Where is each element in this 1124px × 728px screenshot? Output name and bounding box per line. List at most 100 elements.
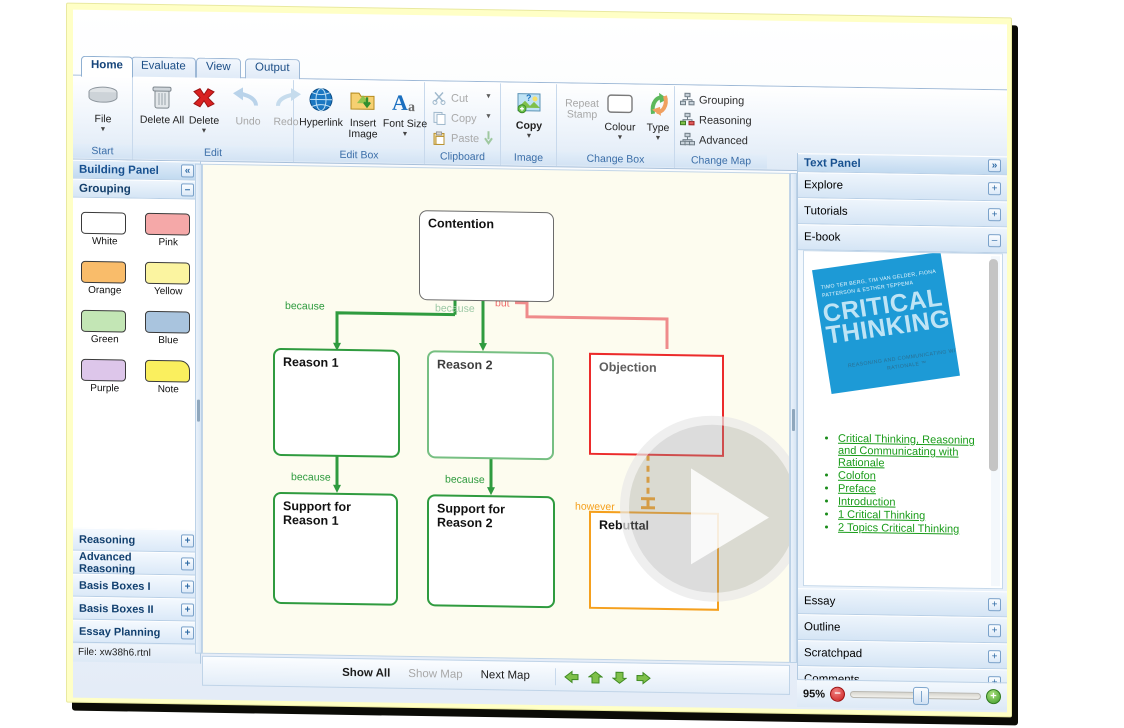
ebook-link-preface[interactable]: Preface bbox=[838, 483, 876, 496]
grouping-section-header[interactable]: Grouping – bbox=[73, 178, 200, 200]
cut-caret-icon[interactable]: ▼ bbox=[485, 93, 492, 100]
sidebar-item-essay-planning[interactable]: Essay Planning + bbox=[73, 619, 200, 645]
zoom-in-button[interactable]: + bbox=[986, 689, 1001, 705]
tab-output[interactable]: Output bbox=[245, 58, 300, 81]
left-splitter-handle[interactable] bbox=[197, 399, 200, 422]
ebook-viewport[interactable]: TIMO TER BERG, TIM VAN GELDER, FIONA PAT… bbox=[803, 250, 1003, 590]
section-outline-label: Outline bbox=[804, 621, 841, 634]
zoom-slider-thumb[interactable] bbox=[913, 686, 929, 706]
copy-caret-icon[interactable]: ▼ bbox=[485, 113, 492, 120]
sidebar-item-advanced-reasoning-toggle[interactable]: + bbox=[181, 557, 194, 571]
ebook-scrollbar[interactable] bbox=[989, 256, 1000, 587]
up-arrow-icon[interactable] bbox=[587, 670, 604, 683]
map-box-contention[interactable]: Contention bbox=[419, 210, 554, 303]
swatch-purple[interactable]: Purple bbox=[81, 358, 128, 395]
swatch-orange[interactable]: Orange bbox=[81, 260, 128, 297]
sidebar-item-reasoning-toggle[interactable]: + bbox=[181, 534, 194, 548]
section-ebook[interactable]: E-book – bbox=[798, 224, 1007, 254]
swatch-pink[interactable]: Pink bbox=[144, 212, 192, 249]
sidebar-item-basis-boxes-ii[interactable]: Basis Boxes II + bbox=[73, 596, 200, 622]
ebook-link-colofon[interactable]: Colofon bbox=[838, 470, 876, 483]
cut-button[interactable]: Cut bbox=[432, 90, 468, 106]
delete-button[interactable]: Delete ▼ bbox=[181, 82, 227, 135]
swatch-white-chip[interactable] bbox=[81, 211, 127, 235]
font-size-button[interactable]: A a Font Size ▼ bbox=[382, 86, 428, 139]
down-arrow-icon[interactable] bbox=[611, 671, 628, 684]
ebook-link-introduction[interactable]: Introduction bbox=[838, 496, 895, 509]
file-button[interactable]: File ▼ bbox=[80, 81, 126, 134]
swatch-note[interactable]: Note bbox=[144, 359, 192, 396]
right-splitter[interactable] bbox=[790, 172, 797, 664]
expand-panel-button[interactable]: » bbox=[988, 159, 1001, 173]
reasoning-button[interactable]: Reasoning bbox=[680, 112, 752, 128]
left-arrow-icon[interactable] bbox=[564, 669, 579, 684]
zoom-out-button[interactable]: − bbox=[830, 686, 846, 702]
swatch-orange-chip[interactable] bbox=[81, 260, 127, 284]
swatch-purple-chip[interactable] bbox=[81, 358, 127, 382]
list-item[interactable]: Introduction bbox=[838, 496, 988, 510]
section-tutorials-toggle[interactable]: + bbox=[988, 207, 1001, 221]
section-explore-toggle[interactable]: + bbox=[988, 181, 1001, 195]
section-ebook-toggle[interactable]: – bbox=[988, 233, 1001, 247]
show-all-button[interactable]: Show All bbox=[333, 664, 399, 683]
section-outline-toggle[interactable]: + bbox=[988, 623, 1001, 637]
swatch-pink-chip[interactable] bbox=[144, 212, 190, 236]
ebook-link-chapter-2[interactable]: 2 Topics Critical Thinking bbox=[838, 522, 959, 536]
map-box-support-2[interactable]: Support for Reason 2 bbox=[427, 494, 555, 609]
paste-down-arrow-icon[interactable] bbox=[483, 130, 494, 150]
map-box-reason-2[interactable]: Reason 2 bbox=[427, 350, 554, 461]
sidebar-item-basis-boxes-ii-toggle[interactable]: + bbox=[181, 603, 194, 617]
sidebar-item-basis-boxes-i-toggle[interactable]: + bbox=[181, 580, 194, 594]
ebook-link-chapter-1[interactable]: 1 Critical Thinking bbox=[838, 509, 925, 522]
swatch-blue-chip[interactable] bbox=[144, 310, 190, 334]
sidebar-item-basis-boxes-i[interactable]: Basis Boxes I + bbox=[73, 573, 200, 599]
ebook-link-title[interactable]: Critical Thinking, Reasoning and Communi… bbox=[838, 433, 975, 470]
map-box-reason-1[interactable]: Reason 1 bbox=[273, 347, 400, 458]
section-explore[interactable]: Explore + bbox=[798, 172, 1007, 202]
section-essay-toggle[interactable]: + bbox=[988, 597, 1001, 611]
advanced-button[interactable]: Advanced bbox=[680, 132, 748, 148]
insert-image-button[interactable]: Insert Image bbox=[340, 85, 386, 141]
section-tutorials[interactable]: Tutorials + bbox=[798, 198, 1007, 228]
list-item[interactable]: 2 Topics Critical Thinking bbox=[838, 522, 988, 536]
left-splitter[interactable] bbox=[195, 163, 202, 654]
sidebar-item-advanced-reasoning[interactable]: Advanced Reasoning + bbox=[73, 550, 200, 576]
hyperlink-button[interactable]: Hyperlink bbox=[298, 84, 344, 129]
swatch-note-chip[interactable] bbox=[144, 359, 190, 383]
swatch-white[interactable]: White bbox=[81, 211, 128, 248]
map-canvas[interactable]: because because but because because howe… bbox=[202, 163, 790, 663]
swatch-green[interactable]: Green bbox=[81, 309, 128, 346]
list-item[interactable]: Colofon bbox=[838, 470, 988, 484]
list-item[interactable]: 1 Critical Thinking bbox=[838, 509, 988, 523]
sidebar-item-reasoning[interactable]: Reasoning + bbox=[73, 527, 200, 553]
section-outline[interactable]: Outline + bbox=[798, 614, 1007, 644]
paste-button[interactable]: Paste bbox=[432, 130, 479, 146]
next-map-button[interactable]: Next Map bbox=[472, 666, 539, 685]
grouping-toggle-button[interactable]: – bbox=[181, 183, 194, 197]
swatch-green-chip[interactable] bbox=[81, 309, 127, 333]
map-box-support-1[interactable]: Support for Reason 1 bbox=[273, 491, 398, 606]
list-item[interactable]: Critical Thinking, Reasoning and Communi… bbox=[838, 433, 988, 471]
section-essay[interactable]: Essay + bbox=[798, 588, 1007, 618]
swatch-yellow[interactable]: Yellow bbox=[144, 261, 192, 298]
collapse-panel-button[interactable]: « bbox=[181, 164, 194, 178]
sidebar-item-essay-planning-toggle[interactable]: + bbox=[181, 626, 194, 640]
swatch-yellow-chip[interactable] bbox=[144, 261, 190, 285]
book-cover-subtitle: REASONING AND COMMUNICATING WITH RATIONA… bbox=[847, 346, 960, 373]
section-scratchpad[interactable]: Scratchpad + bbox=[798, 640, 1007, 670]
tab-evaluate[interactable]: Evaluate bbox=[131, 56, 196, 79]
delete-all-button[interactable]: Delete All bbox=[139, 82, 185, 127]
tab-home[interactable]: Home bbox=[81, 55, 133, 78]
copy-button[interactable]: Copy bbox=[432, 110, 477, 126]
image-copy-button[interactable]: ? Copy ▼ bbox=[506, 87, 552, 140]
section-scratchpad-toggle[interactable]: + bbox=[988, 649, 1001, 663]
ebook-scrollbar-thumb[interactable] bbox=[989, 259, 998, 472]
right-arrow-icon[interactable] bbox=[636, 671, 651, 685]
list-item[interactable]: Preface bbox=[838, 483, 988, 497]
swatch-blue[interactable]: Blue bbox=[144, 310, 192, 347]
zoom-control-bar: 95% − + bbox=[797, 679, 1007, 711]
right-splitter-handle[interactable] bbox=[792, 408, 795, 432]
tab-view[interactable]: View bbox=[196, 57, 241, 80]
grouping-button[interactable]: Grouping bbox=[680, 92, 744, 108]
show-map-button[interactable]: Show Map bbox=[399, 665, 471, 684]
